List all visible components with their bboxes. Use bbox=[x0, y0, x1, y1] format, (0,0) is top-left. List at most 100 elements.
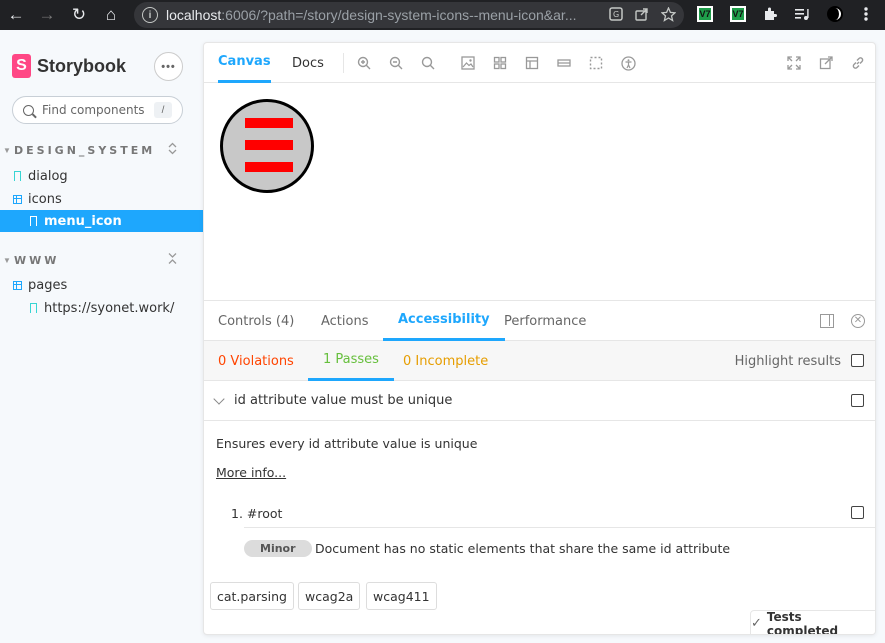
addons-panel: Controls (4) Actions Accessibility Perfo… bbox=[204, 300, 875, 634]
zoom-reset-icon[interactable] bbox=[420, 55, 436, 71]
expand-collapse-icon[interactable] bbox=[168, 142, 177, 158]
group-header-www[interactable]: WWW bbox=[14, 254, 59, 267]
arrow-left-icon: ← bbox=[7, 5, 25, 24]
tree-item-label: https://syonet.work/ bbox=[44, 300, 175, 316]
rule-tag: wcag411 bbox=[366, 582, 437, 610]
check-icon: ✓ bbox=[751, 616, 762, 631]
bookmark-icon bbox=[28, 303, 38, 313]
tests-status: ✓ Tests completed bbox=[750, 610, 875, 634]
grid-icon[interactable] bbox=[492, 55, 508, 71]
menu-bar bbox=[245, 140, 293, 150]
viewport-icon[interactable] bbox=[524, 55, 540, 71]
back-button[interactable]: ← bbox=[2, 1, 30, 29]
ellipsis-icon: ••• bbox=[161, 60, 176, 73]
reload-icon: ↻ bbox=[71, 5, 87, 24]
storybook-logo-icon: S bbox=[12, 54, 31, 78]
bookmark-icon bbox=[28, 216, 38, 226]
background-icon[interactable] bbox=[460, 55, 476, 71]
tree-item-icons[interactable]: icons bbox=[0, 188, 203, 210]
tree-item-pages[interactable]: pages bbox=[0, 274, 203, 296]
toolbar-divider bbox=[343, 53, 344, 73]
rule-header[interactable]: id attribute value must be unique bbox=[204, 381, 875, 421]
zoom-out-icon[interactable] bbox=[388, 55, 404, 71]
translate-icon[interactable]: G bbox=[608, 6, 624, 22]
chevron-down-icon[interactable]: ▼ bbox=[3, 256, 11, 265]
home-button[interactable]: ⌂ bbox=[97, 1, 125, 29]
tab-actions[interactable]: Actions bbox=[321, 301, 369, 341]
node-highlight-checkbox[interactable] bbox=[851, 506, 864, 519]
hamburger-menu-icon[interactable] bbox=[220, 99, 314, 193]
share-icon[interactable] bbox=[634, 6, 650, 22]
search-input[interactable] bbox=[42, 103, 152, 117]
rule-tag: cat.parsing bbox=[210, 582, 294, 610]
highlight-results-checkbox[interactable] bbox=[851, 354, 864, 367]
tab-controls[interactable]: Controls (4) bbox=[218, 301, 294, 341]
extension-icon[interactable]: V7 bbox=[695, 4, 715, 24]
tree-item-syonet[interactable]: https://syonet.work/ bbox=[0, 297, 203, 319]
addons-tablist: Controls (4) Actions Accessibility Perfo… bbox=[204, 301, 875, 341]
rule-tag: wcag2a bbox=[298, 582, 361, 610]
puzzle-icon[interactable] bbox=[760, 4, 780, 24]
sidebar-menu-button[interactable]: ••• bbox=[154, 52, 183, 81]
site-info-icon[interactable]: i bbox=[142, 7, 158, 23]
search-icon bbox=[23, 104, 34, 116]
tab-docs[interactable]: Docs bbox=[292, 43, 324, 83]
outline-icon[interactable] bbox=[588, 55, 604, 71]
tree-item-label: icons bbox=[28, 191, 62, 207]
fullscreen-icon[interactable] bbox=[786, 55, 802, 71]
open-new-tab-icon[interactable] bbox=[818, 55, 834, 71]
measure-icon[interactable] bbox=[556, 55, 572, 71]
storybook-logo[interactable]: S Storybook bbox=[12, 54, 126, 78]
impact-message: Document has no static elements that sha… bbox=[315, 541, 731, 556]
extension-icon[interactable]: V7 bbox=[728, 4, 748, 24]
reload-button[interactable]: ↻ bbox=[65, 1, 93, 29]
component-grid-icon bbox=[12, 194, 22, 204]
component-grid-icon bbox=[12, 280, 22, 290]
arrow-right-icon: → bbox=[38, 5, 56, 24]
close-panel-icon[interactable]: ✕ bbox=[851, 314, 865, 328]
brand-name: Storybook bbox=[37, 55, 127, 76]
tree-item-label: menu_icon bbox=[44, 213, 122, 229]
menu-bar bbox=[245, 162, 293, 172]
highlight-results-label: Highlight results bbox=[734, 354, 841, 369]
media-queue-icon[interactable] bbox=[792, 4, 812, 24]
more-info-link[interactable]: More info... bbox=[216, 465, 286, 480]
zoom-in-icon[interactable] bbox=[356, 55, 372, 71]
node-selector: 1. #root bbox=[231, 506, 283, 521]
copy-link-icon[interactable] bbox=[850, 55, 866, 71]
preview-panel: Canvas Docs Controls (4) Actions Accessi… bbox=[203, 42, 876, 635]
home-icon: ⌂ bbox=[105, 5, 117, 24]
panel-orientation-icon[interactable] bbox=[820, 314, 834, 328]
story-canvas bbox=[204, 83, 875, 300]
rule-highlight-checkbox[interactable] bbox=[851, 394, 864, 407]
impact-badge: Minor bbox=[244, 540, 312, 557]
address-bar[interactable]: i localhost:6006/?path=/story/design-sys… bbox=[134, 2, 684, 28]
tree-item-menu-icon[interactable]: menu_icon bbox=[0, 210, 203, 232]
tab-canvas[interactable]: Canvas bbox=[218, 43, 271, 83]
expand-collapse-icon[interactable] bbox=[168, 252, 177, 268]
star-icon[interactable] bbox=[660, 6, 676, 22]
forward-button[interactable]: → bbox=[33, 1, 61, 29]
rule-title: id attribute value must be unique bbox=[234, 393, 453, 408]
menu-bar bbox=[245, 118, 293, 128]
tree-item-dialog[interactable]: dialog bbox=[0, 165, 203, 187]
profile-avatar[interactable] bbox=[825, 4, 845, 24]
group-header-design-system[interactable]: DESIGN_SYSTEM bbox=[14, 144, 155, 157]
tab-passes[interactable]: 1 Passes bbox=[308, 341, 394, 381]
rule-description: Ensures every id attribute value is uniq… bbox=[216, 436, 478, 451]
search-field[interactable]: / bbox=[12, 96, 183, 124]
chevron-down-icon[interactable] bbox=[213, 393, 225, 405]
tab-violations[interactable]: 0 Violations bbox=[218, 341, 294, 381]
accessibility-icon[interactable] bbox=[620, 55, 636, 71]
tree-item-label: dialog bbox=[28, 168, 68, 184]
url-host: localhost bbox=[166, 7, 222, 23]
kebab-menu-icon[interactable] bbox=[856, 4, 876, 24]
node-item: 1. #root bbox=[231, 498, 875, 528]
tab-performance[interactable]: Performance bbox=[504, 301, 586, 341]
tab-incomplete[interactable]: 0 Incomplete bbox=[403, 341, 488, 381]
search-shortcut-key: / bbox=[154, 102, 172, 118]
tab-accessibility[interactable]: Accessibility bbox=[383, 301, 505, 341]
chevron-down-icon[interactable]: ▼ bbox=[3, 146, 11, 155]
svg-text:G: G bbox=[613, 10, 619, 19]
preview-toolbar: Canvas Docs bbox=[204, 43, 875, 83]
